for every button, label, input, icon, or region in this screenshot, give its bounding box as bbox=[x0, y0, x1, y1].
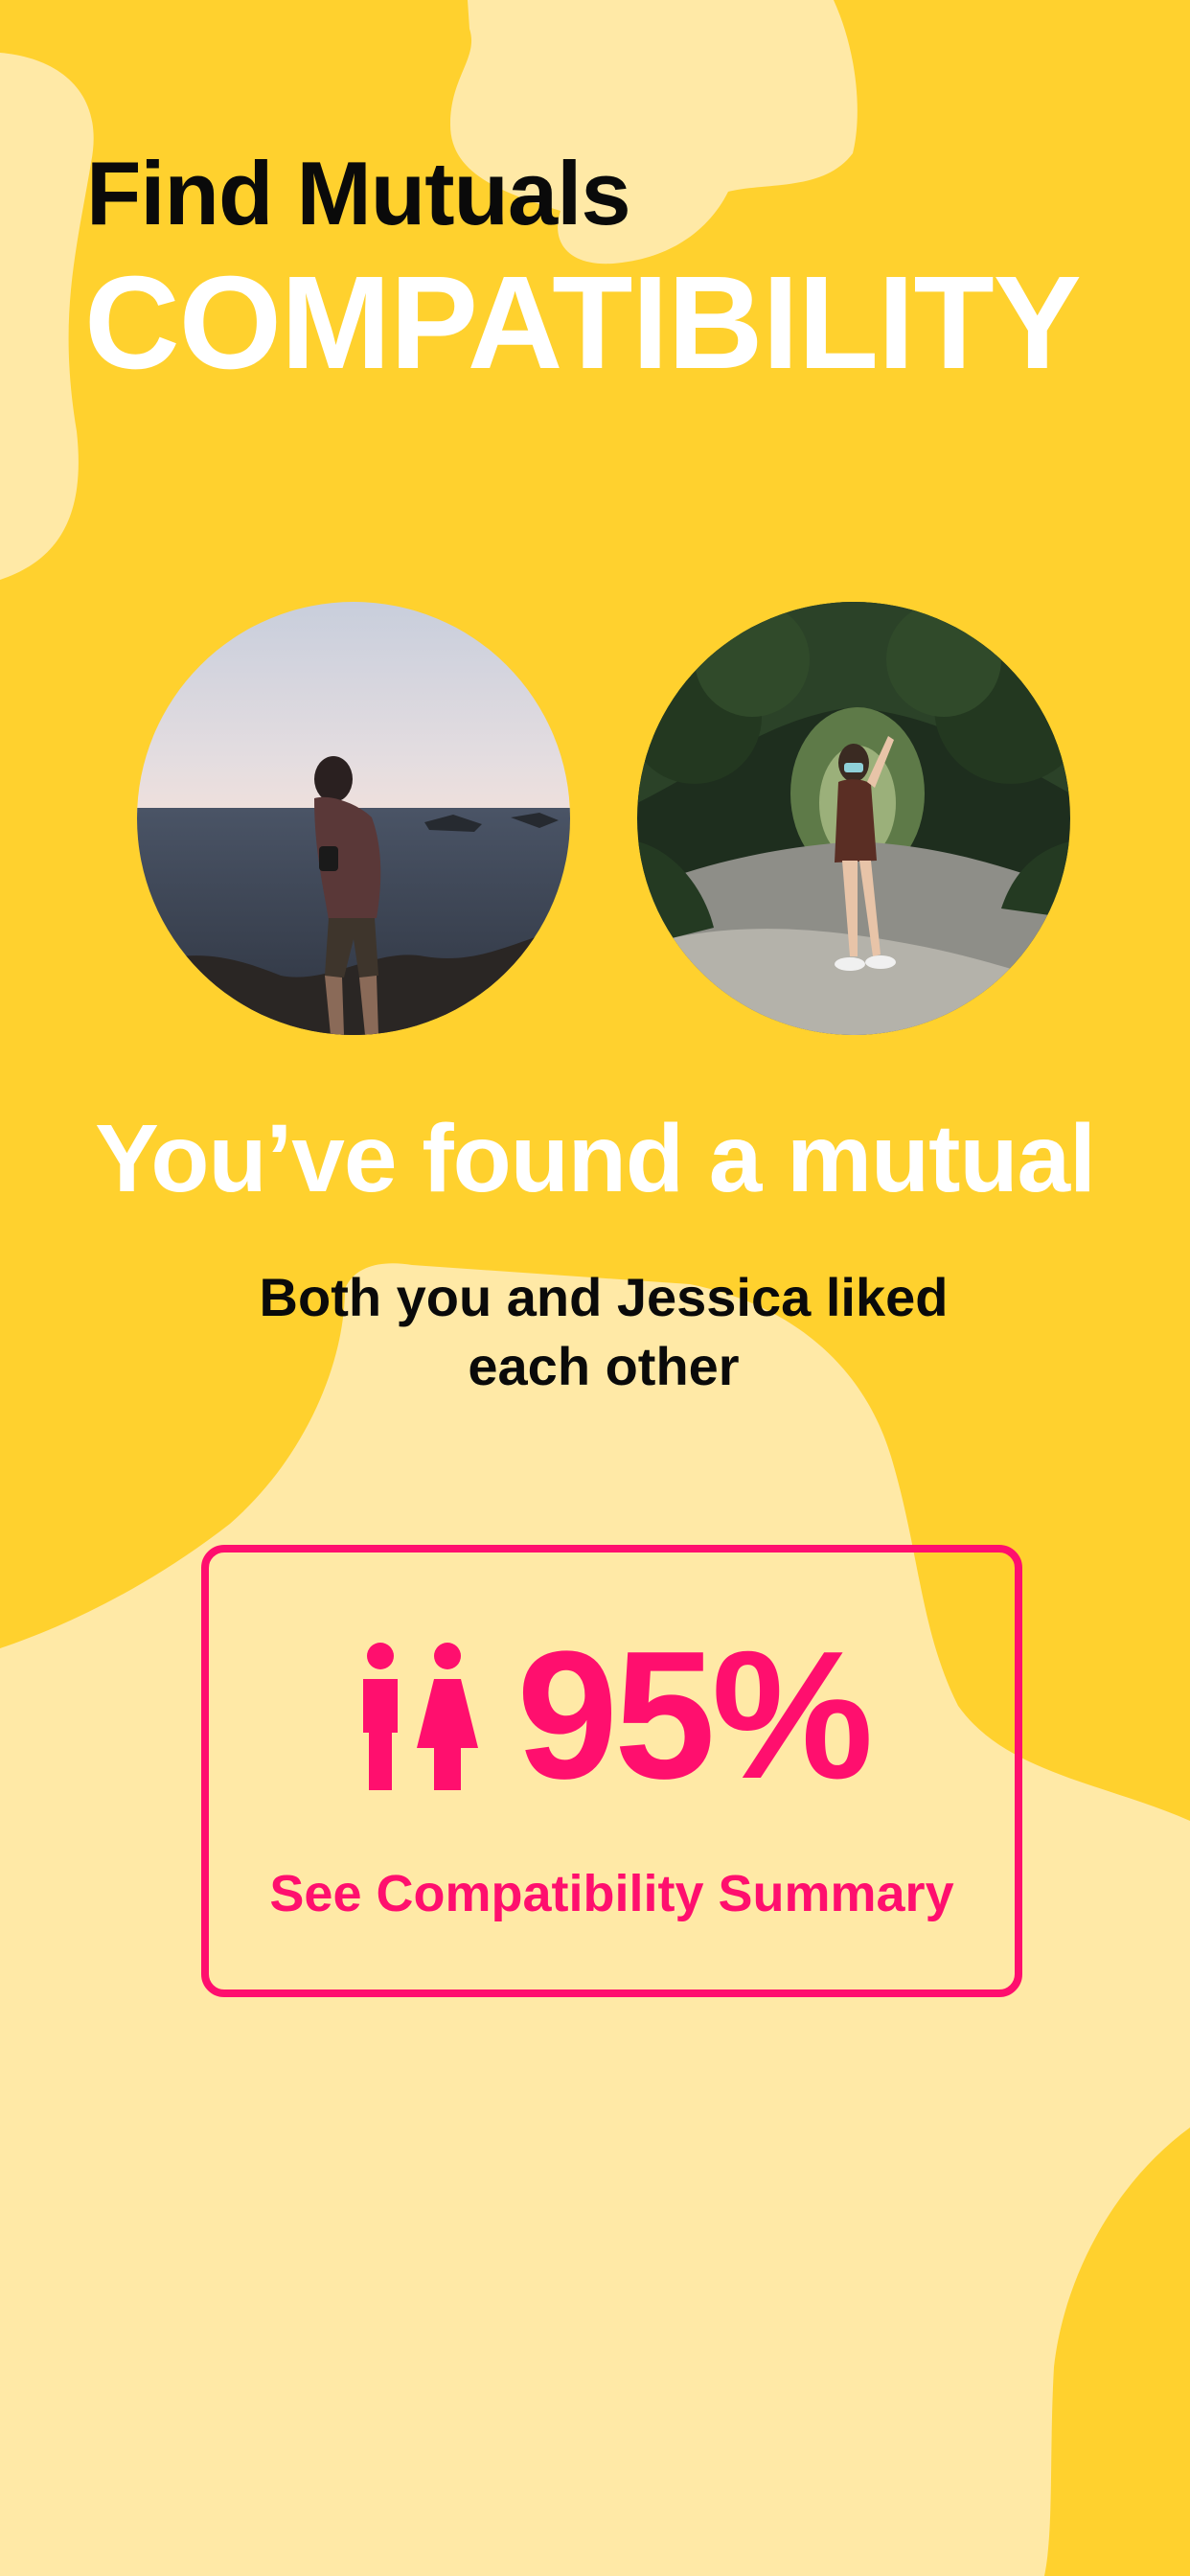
compatibility-card[interactable]: 95% See Compatibility Summary bbox=[201, 1545, 1022, 1997]
match-profile-photo[interactable] bbox=[637, 602, 1070, 1035]
section-title: COMPATIBILITY bbox=[84, 249, 1082, 397]
see-compatibility-summary-link[interactable]: See Compatibility Summary bbox=[209, 1864, 1015, 1923]
match-headline: You’ve found a mutual bbox=[95, 1105, 1096, 1212]
compatibility-score: 95% bbox=[516, 1614, 873, 1817]
user-profile-photo[interactable] bbox=[137, 602, 570, 1035]
page-title: Find Mutuals bbox=[86, 143, 631, 243]
compatibility-score-row: 95% bbox=[209, 1624, 1015, 1806]
couple-icon bbox=[354, 1641, 480, 1790]
man-on-coast-photo bbox=[137, 602, 570, 1035]
match-message: Both you and Jessica liked each other bbox=[259, 1267, 949, 1396]
woman-in-garden-photo bbox=[637, 602, 1070, 1035]
